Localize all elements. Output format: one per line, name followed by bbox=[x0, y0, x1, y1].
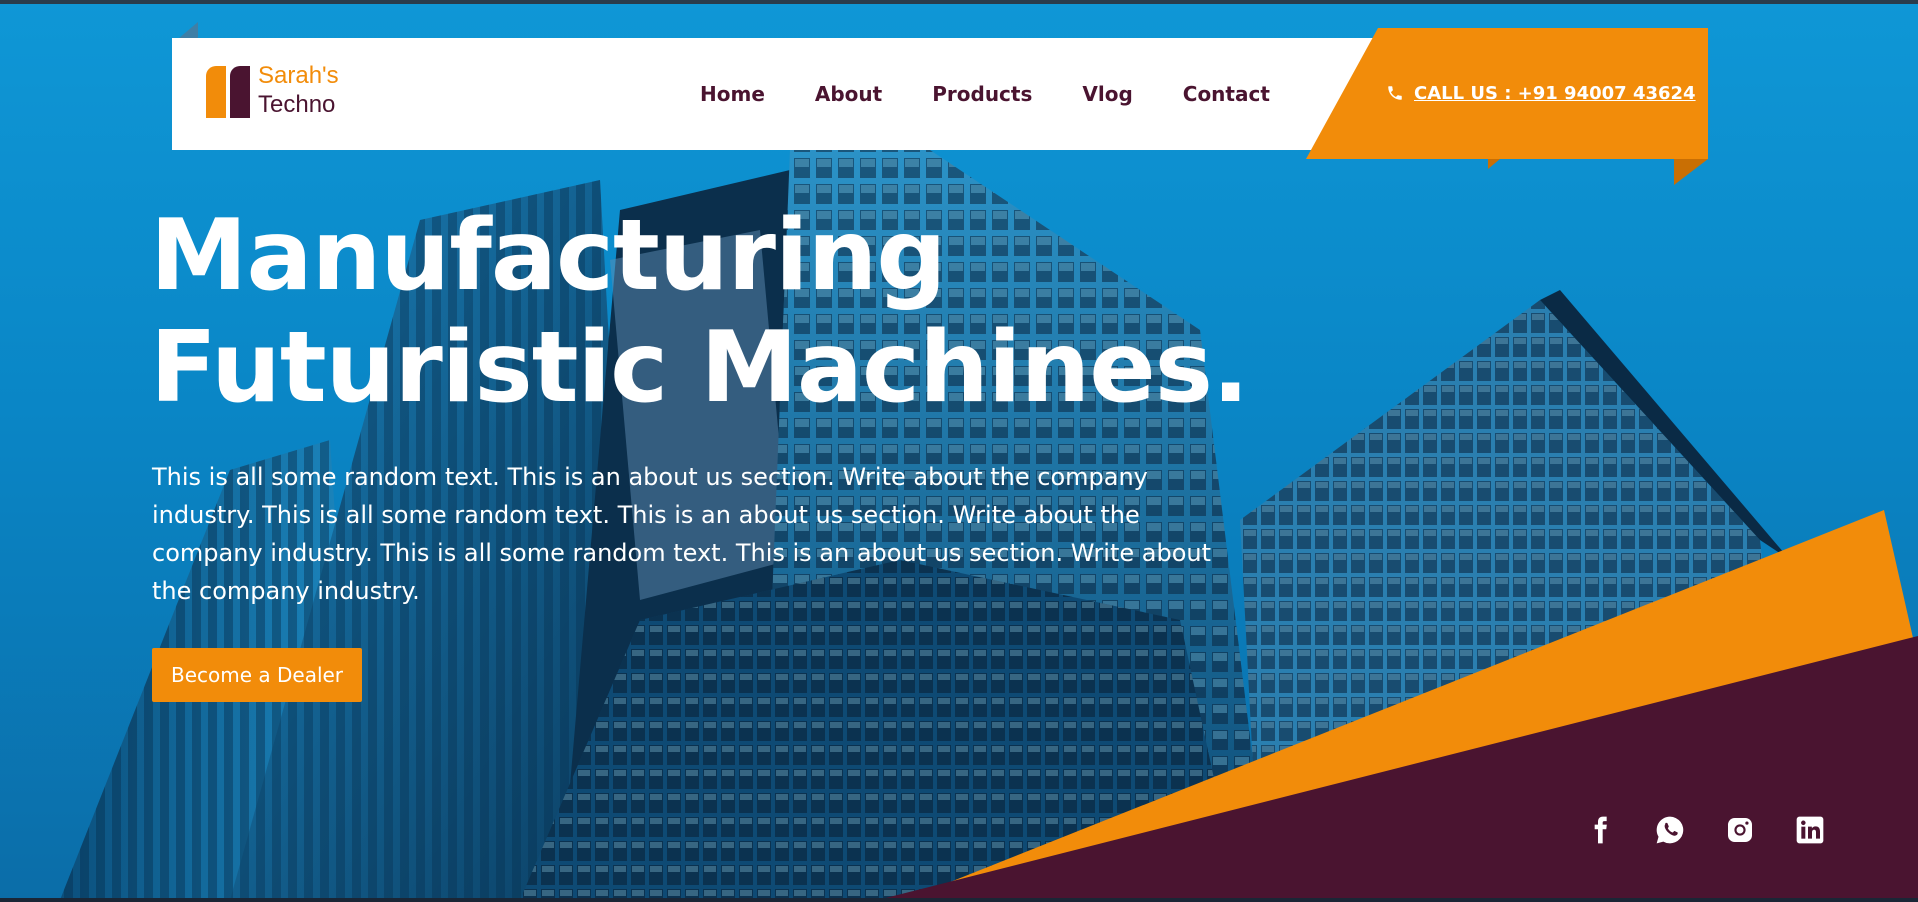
brand-name-line1: Sarah's bbox=[258, 62, 339, 89]
linkedin-icon bbox=[1796, 816, 1824, 844]
facebook-icon bbox=[1594, 816, 1607, 844]
facebook-link[interactable] bbox=[1582, 812, 1618, 848]
nav-home[interactable]: Home bbox=[700, 82, 765, 106]
hero-description-line: industry. This is all some random text. … bbox=[152, 501, 1140, 529]
hero-description-line: This is all some random text. This is an… bbox=[152, 463, 1148, 491]
whatsapp-icon bbox=[1656, 816, 1684, 844]
linkedin-link[interactable] bbox=[1792, 812, 1828, 848]
brand-name-line2: Techno bbox=[258, 91, 336, 118]
landing-page: Sarah's Techno Home About Products Vlog … bbox=[0, 0, 1918, 902]
brand-logo[interactable]: Sarah's Techno bbox=[206, 60, 356, 120]
phone-icon bbox=[1388, 86, 1402, 100]
hero-headline-line2: Futuristic Machines. bbox=[150, 311, 1249, 425]
nav-vlog[interactable]: Vlog bbox=[1082, 82, 1132, 106]
main-nav: Home About Products Vlog Contact bbox=[700, 76, 1270, 112]
nav-products[interactable]: Products bbox=[932, 82, 1032, 106]
whatsapp-link[interactable] bbox=[1652, 812, 1688, 848]
hero-headline: Manufacturing Futuristic Machines. bbox=[150, 200, 1250, 424]
hero-headline-line1: Manufacturing bbox=[150, 199, 947, 313]
nav-contact[interactable]: Contact bbox=[1183, 82, 1270, 106]
call-us-label: CALL US : +91 94007 43624 bbox=[1414, 82, 1696, 104]
hero-description: This is all some random text. This is an… bbox=[152, 458, 1252, 610]
instagram-link[interactable] bbox=[1722, 812, 1758, 848]
logo-mark-icon bbox=[206, 62, 252, 118]
social-links bbox=[1582, 812, 1828, 848]
call-us-link[interactable]: CALL US : +91 94007 43624 bbox=[1386, 80, 1696, 106]
hero-description-line: the company industry. bbox=[152, 577, 420, 605]
instagram-icon bbox=[1728, 818, 1752, 842]
nav-about[interactable]: About bbox=[815, 82, 882, 106]
hero-description-line: company industry. This is all some rando… bbox=[152, 539, 1211, 567]
top-border bbox=[0, 0, 1918, 4]
bottom-border bbox=[0, 898, 1918, 902]
become-dealer-button[interactable]: Become a Dealer bbox=[152, 648, 362, 702]
